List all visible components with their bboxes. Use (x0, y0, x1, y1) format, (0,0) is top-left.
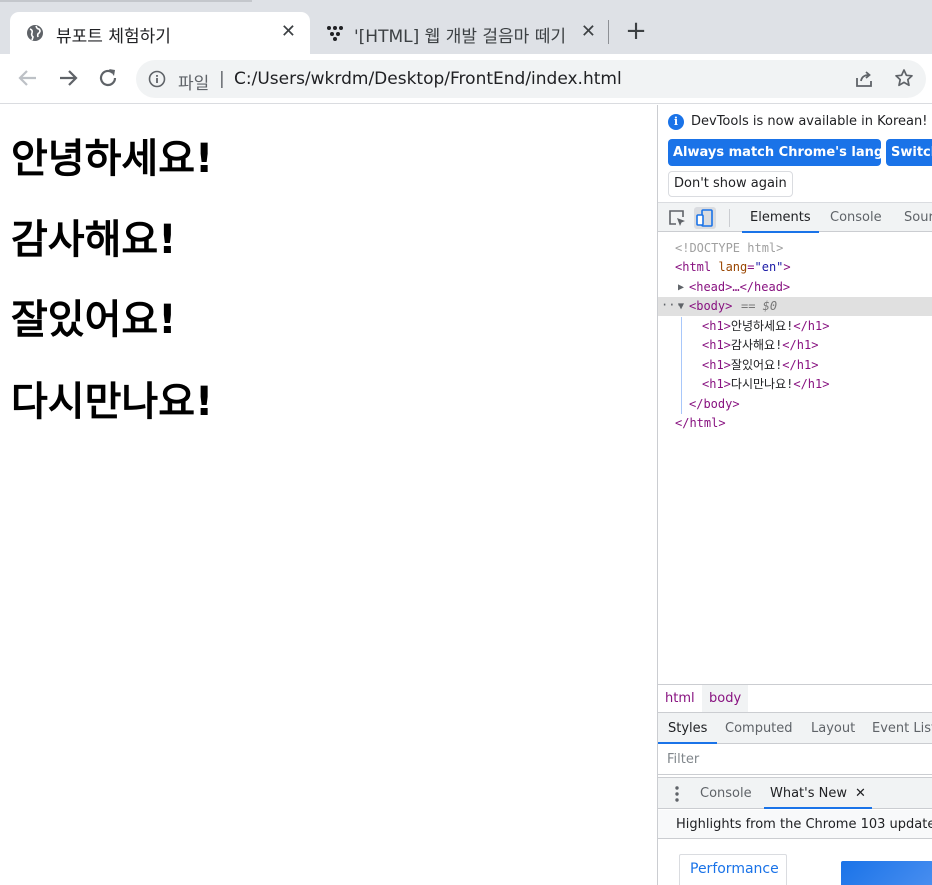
tab-computed[interactable]: Computed (725, 713, 793, 744)
tab-title: '[HTML] 웹 개발 걸음마 떼기 (354, 27, 566, 47)
tab-styles[interactable]: Styles (658, 713, 718, 744)
device-toolbar-icon[interactable] (694, 207, 716, 229)
h1-text: 다시만나요! (730, 377, 794, 391)
tab-viewport[interactable]: 뷰포트 체험하기 ✕ (10, 12, 310, 54)
scheme-label: 파일 (178, 74, 210, 94)
dom-node-h1[interactable]: <h1>감사해요!</h1> (658, 336, 932, 355)
h1-close-tag: </h1> (782, 358, 819, 372)
drawer-tabbar: Console What's New ✕ (658, 777, 932, 809)
globe-icon (27, 25, 43, 41)
heading-hello: 안녕하세요! (11, 136, 214, 182)
whats-new-headline: Highlights from the Chrome 103 update (676, 817, 932, 832)
tab-layout[interactable]: Layout (811, 713, 855, 744)
heading-bye: 잘있어요! (11, 297, 177, 343)
drawer-tab-label: What's New (770, 786, 847, 801)
dom-node-html[interactable]: <html lang="en"> (658, 258, 932, 277)
dom-node-body-close[interactable]: </body> (658, 395, 932, 414)
heading-see-you: 다시만나요! (11, 379, 214, 425)
more-options-icon[interactable] (671, 784, 683, 804)
infobar-message: DevTools is now available in Korean! (691, 114, 928, 129)
dom-node-h1[interactable]: <h1>잘있어요!</h1> (658, 356, 932, 375)
info-icon[interactable] (148, 70, 166, 88)
dom-node-html-close[interactable]: </html> (658, 414, 932, 433)
h1-open-tag: <h1> (702, 319, 731, 333)
h1-text: 잘있어요! (730, 358, 783, 372)
head-collapsed: <head>…</head> (689, 280, 791, 294)
dom-node-h1[interactable]: <h1>다시만나요!</h1> (658, 375, 932, 394)
tab-event-listeners[interactable]: Event Listeners (872, 713, 932, 744)
address-bar[interactable]: 파일 | C:/Users/wkrdm/Desktop/FrontEnd/ind… (136, 60, 926, 98)
h1-close-tag: </h1> (782, 338, 819, 352)
dom-node-doctype[interactable]: <!DOCTYPE html> (658, 239, 932, 258)
devtools-panel: i DevTools is now available in Korean! A… (657, 105, 932, 885)
filter-placeholder: Filter (667, 752, 700, 767)
h1-open-tag: <h1> (702, 338, 731, 352)
tab-close-button[interactable]: ✕ (281, 22, 296, 42)
tag-bracket: > (783, 260, 791, 274)
expand-triangle-icon[interactable]: ▶ (678, 278, 684, 297)
body-open-tag: <body> (689, 299, 733, 313)
tab-elements[interactable]: Elements (742, 203, 819, 233)
styles-tabbar: Styles Computed Layout Event Listeners (658, 712, 932, 744)
equals-sign: = (747, 260, 755, 274)
url-text[interactable]: C:/Users/wkrdm/Desktop/FrontEnd/index.ht… (234, 69, 622, 89)
browser-toolbar: 파일 | C:/Users/wkrdm/Desktop/FrontEnd/ind… (0, 54, 932, 104)
feature-thumbnail[interactable] (841, 861, 932, 885)
reload-icon[interactable] (96, 66, 120, 90)
scheme-separator: | (219, 69, 225, 89)
toolbar-divider (729, 209, 730, 227)
info-icon: i (668, 114, 684, 130)
dom-tree: <!DOCTYPE html> <html lang="en"> ▶ <head… (658, 233, 932, 653)
tab-separator (608, 20, 609, 44)
heading-thanks: 감사해요! (11, 217, 177, 263)
html-open-tag: <html (675, 260, 712, 274)
breadcrumb-html[interactable]: html (658, 685, 702, 712)
html-close-tag: </html> (675, 416, 726, 430)
bookmark-star-icon[interactable] (894, 68, 914, 88)
dots-icon (327, 26, 343, 41)
close-icon[interactable]: ✕ (855, 786, 866, 801)
performance-link[interactable]: Performance (679, 854, 787, 885)
tab-close-button[interactable]: ✕ (581, 22, 596, 42)
drawer-tab-console[interactable]: Console (700, 778, 752, 809)
body-close-tag: </body> (689, 397, 740, 411)
share-icon[interactable] (854, 69, 874, 89)
dom-node-body[interactable]: ··· ▼ <body> == $0 (658, 297, 932, 316)
collapse-triangle-icon[interactable]: ▼ (678, 297, 684, 316)
language-infobar: i DevTools is now available in Korean! A… (658, 105, 932, 201)
drawer-tab-whats-new[interactable]: What's New ✕ (764, 778, 872, 809)
h1-close-tag: </h1> (793, 319, 830, 333)
dont-show-again-button[interactable]: Don't show again (668, 171, 793, 197)
tab-console[interactable]: Console (830, 203, 882, 233)
tab-title: 뷰포트 체험하기 (56, 27, 171, 47)
h1-text: 안녕하세요! (730, 319, 794, 333)
h1-open-tag: <h1> (702, 377, 731, 391)
switch-language-button[interactable]: Switch DevTools to Korean (886, 139, 932, 166)
whats-new-header: Highlights from the Chrome 103 update (658, 810, 932, 839)
html-attr-name: lang (718, 260, 748, 274)
new-tab-button[interactable]: + (624, 18, 648, 46)
tab-sources[interactable]: Sources (904, 203, 932, 233)
styles-filter-input[interactable]: Filter (658, 745, 932, 775)
tab-html-course[interactable]: '[HTML] 웹 개발 걸음마 떼기 ✕ (316, 12, 608, 54)
inspect-element-icon[interactable] (666, 207, 688, 229)
h1-open-tag: <h1> (702, 358, 731, 372)
dom-node-head[interactable]: ▶ <head>…</head> (658, 278, 932, 297)
back-arrow-icon[interactable] (16, 66, 40, 90)
match-language-button[interactable]: Always match Chrome's language (668, 139, 919, 166)
breadcrumb-body[interactable]: body (702, 685, 749, 712)
tab-strip: 뷰포트 체험하기 ✕ '[HTML] 웹 개발 걸음마 떼기 ✕ + (0, 0, 932, 54)
dom-node-h1[interactable]: <h1>안녕하세요!</h1> (658, 317, 932, 336)
devtools-tabbar: Elements Console Sources (658, 202, 932, 233)
h1-text: 감사해요! (730, 338, 783, 352)
breadcrumb: html body (658, 684, 932, 712)
html-attr-value: "en" (754, 260, 784, 274)
indent-guide (681, 317, 682, 414)
selected-marker: == $0 (741, 299, 778, 313)
doctype-text: <!DOCTYPE html> (675, 241, 784, 255)
h1-close-tag: </h1> (793, 377, 830, 391)
forward-arrow-icon[interactable] (56, 66, 80, 90)
page-viewport: 안녕하세요! 감사해요! 잘있어요! 다시만나요! (0, 105, 657, 885)
tab-strip-edge (0, 0, 252, 2)
